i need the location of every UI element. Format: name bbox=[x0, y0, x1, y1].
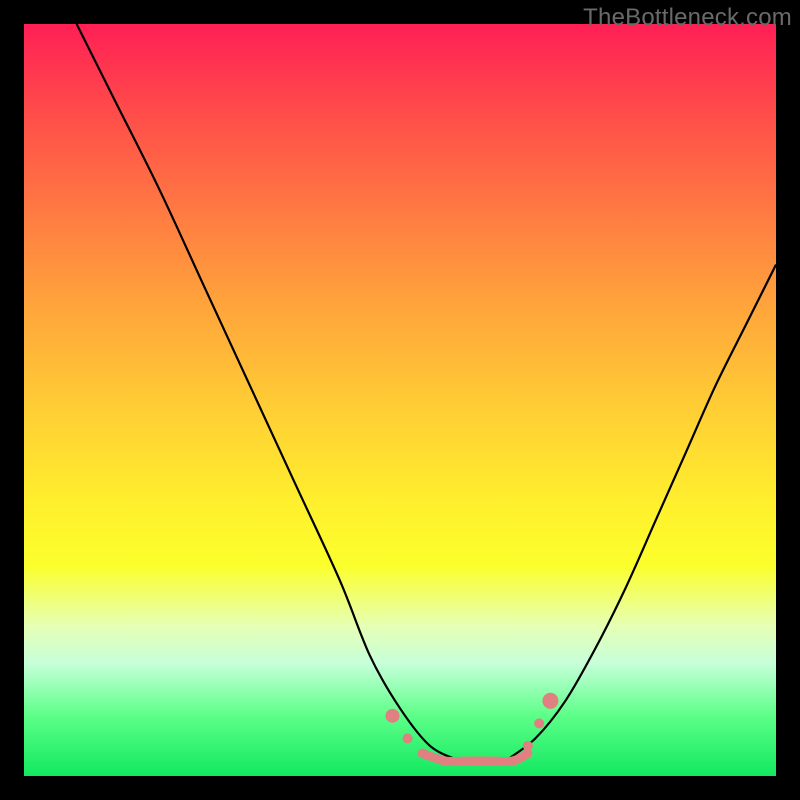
chart-svg bbox=[24, 24, 776, 776]
accent-dot bbox=[523, 741, 533, 751]
curve-right bbox=[505, 265, 776, 761]
watermark-text: TheBottleneck.com bbox=[583, 4, 792, 32]
chart-frame: TheBottleneck.com bbox=[0, 0, 800, 800]
accent-dot bbox=[418, 748, 428, 758]
accent-dot bbox=[385, 709, 399, 723]
plateau-path bbox=[423, 753, 528, 761]
right-curve-path bbox=[505, 265, 776, 761]
chart-plot-area bbox=[24, 24, 776, 776]
accent-dot bbox=[403, 733, 413, 743]
left-curve-path bbox=[77, 24, 461, 761]
curve-left bbox=[77, 24, 461, 761]
accent-dot bbox=[542, 693, 558, 709]
accent-dots-right bbox=[523, 693, 559, 751]
bottom-plateau bbox=[423, 753, 528, 761]
accent-dot bbox=[534, 718, 544, 728]
